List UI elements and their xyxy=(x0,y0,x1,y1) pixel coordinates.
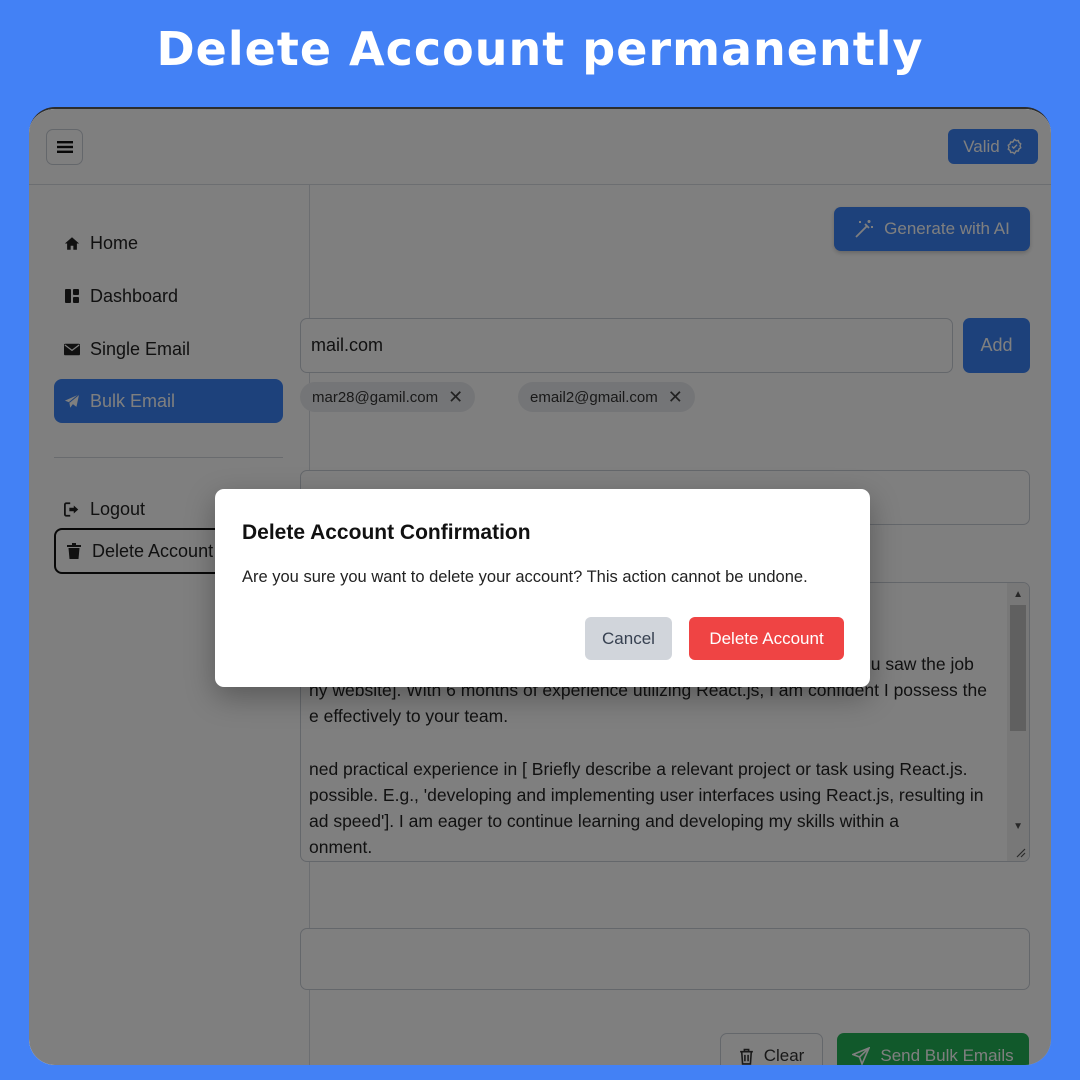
dialog-message: Are you sure you want to delete your acc… xyxy=(242,568,808,586)
confirm-delete-button[interactable]: Delete Account xyxy=(689,617,844,660)
dialog-title: Delete Account Confirmation xyxy=(242,521,531,544)
cancel-button[interactable]: Cancel xyxy=(585,617,672,660)
banner-title: Delete Account permanently xyxy=(156,22,924,76)
delete-account-dialog: Delete Account Confirmation Are you sure… xyxy=(215,489,870,687)
